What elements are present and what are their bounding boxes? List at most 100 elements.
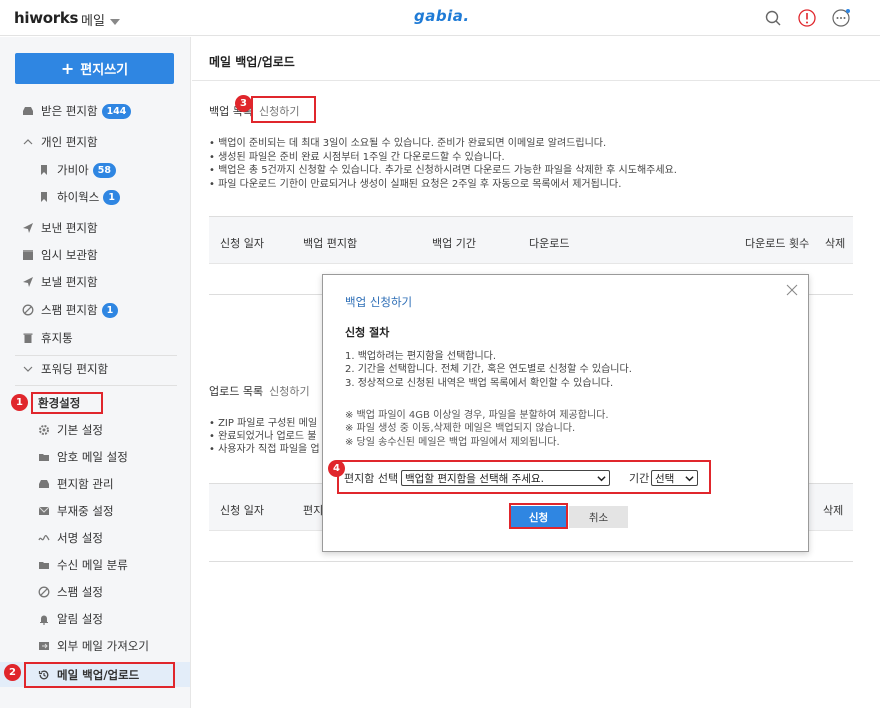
sidebar-item-settings[interactable]: 환경설정 bbox=[0, 391, 190, 415]
sidebar-item-label: 보낼 편지함 bbox=[41, 275, 98, 289]
annotation-marker-1: 1 bbox=[11, 394, 28, 411]
block-icon bbox=[22, 304, 34, 316]
cancel-button[interactable]: 취소 bbox=[569, 506, 628, 528]
sidebar-item-signature[interactable]: 서명 설정 bbox=[0, 526, 190, 550]
import-mail-icon bbox=[39, 642, 49, 650]
backup-notes: • 백업이 준비되는 데 최대 3일이 소요될 수 있습니다. 준비가 완료되면… bbox=[209, 137, 677, 191]
annotation-marker-3: 3 bbox=[235, 95, 252, 112]
sidebar-item-import-external[interactable]: 외부 메일 가져오기 bbox=[0, 634, 190, 658]
plus-icon: + bbox=[60, 58, 75, 78]
sidebar-item-spam[interactable]: 스팸 편지함 1 bbox=[0, 298, 190, 322]
column-header: 백업 기간 bbox=[432, 237, 476, 250]
upload-apply-link[interactable]: 신청하기 bbox=[269, 385, 309, 398]
sidebar-item-notifications[interactable]: 알림 설정 bbox=[0, 607, 190, 631]
mailbox-select-value: 백업할 편지함을 선택해 주세요. bbox=[405, 472, 544, 485]
column-header: 신청 일자 bbox=[220, 237, 264, 250]
search-icon[interactable] bbox=[763, 8, 783, 28]
sidebar-item-personal-folders[interactable]: 개인 편지함 bbox=[0, 130, 190, 154]
sidebar-item-label: 스팸 설정 bbox=[57, 585, 103, 599]
upload-list-label: 업로드 목록 bbox=[209, 385, 264, 398]
step-line: 2. 기간을 선택합니다. 전체 기간, 혹은 연도별로 신청할 수 있습니다. bbox=[345, 364, 632, 376]
hiworks-logo[interactable]: hiworks bbox=[14, 9, 78, 27]
sidebar-item-scheduled[interactable]: 보낼 편지함 bbox=[0, 270, 190, 294]
alert-icon[interactable] bbox=[797, 8, 817, 28]
send-icon bbox=[23, 223, 33, 233]
sidebar-item-gabia[interactable]: 가비아 58 bbox=[0, 158, 190, 182]
sidebar-item-label: 임시 보관함 bbox=[41, 248, 98, 262]
sidebar-item-label: 하이웍스 bbox=[57, 190, 100, 204]
sidebar-item-sent[interactable]: 보낸 편지함 bbox=[0, 216, 190, 240]
backup-apply-link[interactable]: 신청하기 bbox=[259, 105, 299, 118]
sidebar-item-mailbox-management[interactable]: 편지함 관리 bbox=[0, 472, 190, 496]
sidebar-item-label: 암호 메일 설정 bbox=[57, 450, 128, 464]
procedure-steps: 1. 백업하려는 편지함을 선택합니다. 2. 기간을 선택합니다. 전체 기간… bbox=[345, 350, 632, 390]
step-line: 1. 백업하려는 편지함을 선택합니다. bbox=[345, 351, 497, 362]
sidebar-item-forwarding[interactable]: 포워딩 편지함 bbox=[0, 357, 190, 381]
sidebar-item-label: 외부 메일 가져오기 bbox=[57, 639, 149, 653]
sidebar-item-label: 보낸 편지함 bbox=[41, 221, 98, 235]
warning-line: ※ 파일 생성 중 이동,삭제한 메일은 백업되지 않습니다. bbox=[345, 423, 576, 435]
note-line: • ZIP 파일로 구성된 메일 bbox=[209, 418, 318, 429]
sidebar-item-label: 부재중 설정 bbox=[57, 504, 114, 518]
sidebar-item-label: 개인 편지함 bbox=[41, 135, 98, 149]
sidebar-item-label: 받은 편지함 bbox=[41, 104, 98, 118]
sidebar-item-label: 메일 백업/업로드 bbox=[57, 667, 140, 682]
sidebar-item-backup-upload[interactable]: 메일 백업/업로드 bbox=[0, 662, 190, 687]
column-header: 다운로드 bbox=[529, 237, 570, 250]
chevron-down-icon bbox=[597, 475, 606, 481]
note-line: • 백업은 총 5건까지 신청할 수 있습니다. 추가로 신청하시려면 다운로드… bbox=[209, 165, 677, 176]
chevron-down-icon bbox=[23, 366, 33, 372]
warning-line: ※ 당일 송수신된 메일은 백업 파일에서 제외됩니다. bbox=[345, 436, 560, 448]
bookmark-icon bbox=[41, 192, 47, 202]
app-switcher-label: 메일 bbox=[81, 14, 105, 29]
annotation-marker-4: 4 bbox=[328, 460, 345, 477]
upload-section-header: 업로드 목록 신청하기 bbox=[209, 383, 310, 399]
sidebar-item-label: 알림 설정 bbox=[57, 612, 103, 626]
period-select[interactable]: 선택 bbox=[651, 470, 698, 486]
compose-label: 편지쓰기 bbox=[80, 63, 129, 78]
upload-notes: • ZIP 파일로 구성된 메일 • 완료되었거나 업로드 불 • 사용자가 직… bbox=[209, 417, 320, 456]
sidebar-item-trash[interactable]: 휴지통 bbox=[0, 326, 190, 350]
sidebar-item-label: 스팸 편지함 bbox=[41, 303, 98, 317]
sidebar-item-inbox[interactable]: 받은 편지함 144 bbox=[0, 99, 190, 123]
sidebar-item-hiworks[interactable]: 하이웍스 1 bbox=[0, 185, 190, 209]
sidebar-divider bbox=[15, 355, 177, 356]
inbox-icon bbox=[23, 107, 33, 115]
app-switcher[interactable]: 메일 bbox=[81, 10, 120, 29]
dialog-title: 백업 신청하기 bbox=[345, 295, 413, 309]
chevron-down-icon bbox=[685, 475, 694, 481]
note-line: • 사용자가 직접 파일을 업 bbox=[209, 444, 320, 455]
annotation-marker-2: 2 bbox=[4, 664, 21, 681]
backup-section-header: 백업 목록 신청하기 bbox=[209, 103, 299, 119]
column-header: 다운로드 횟수 bbox=[745, 237, 810, 250]
page-title: 메일 백업/업로드 bbox=[209, 55, 295, 69]
top-bar: hiworks 메일 gabia. bbox=[0, 0, 880, 36]
trash-icon bbox=[23, 333, 33, 343]
sidebar-item-mail-filter[interactable]: 수신 메일 분류 bbox=[0, 553, 190, 577]
period-select-value: 선택 bbox=[655, 472, 675, 485]
procedure-heading: 신청 절차 bbox=[345, 326, 390, 339]
bell-icon bbox=[40, 615, 48, 625]
backup-request-dialog: 백업 신청하기 신청 절차 1. 백업하려는 편지함을 선택합니다. 2. 기간… bbox=[322, 274, 809, 552]
away-icon bbox=[38, 506, 50, 515]
column-header: 편지 bbox=[303, 504, 324, 517]
more-icon[interactable] bbox=[831, 8, 851, 28]
history-icon bbox=[38, 670, 49, 679]
sidebar-item-label: 포워딩 편지함 bbox=[41, 362, 109, 376]
sidebar-item-away-settings[interactable]: 부재중 설정 bbox=[0, 499, 190, 523]
sidebar-item-basic-settings[interactable]: 기본 설정 bbox=[0, 418, 190, 442]
sidebar-item-encrypted-mail[interactable]: 암호 메일 설정 bbox=[0, 445, 190, 469]
unread-count-badge: 144 bbox=[101, 103, 132, 119]
title-divider bbox=[192, 80, 880, 81]
compose-button[interactable]: + 편지쓰기 bbox=[15, 53, 174, 84]
sidebar-item-drafts[interactable]: 임시 보관함 bbox=[0, 243, 190, 267]
note-line: • 완료되었거나 업로드 불 bbox=[209, 431, 317, 442]
sidebar-item-spam-settings[interactable]: 스팸 설정 bbox=[0, 580, 190, 604]
close-icon[interactable] bbox=[785, 283, 799, 297]
scheduled-send-icon bbox=[23, 277, 33, 287]
mailbox-select[interactable]: 백업할 편지함을 선택해 주세요. bbox=[401, 470, 610, 486]
column-header: 백업 편지함 bbox=[303, 237, 358, 250]
note-line: • 백업이 준비되는 데 최대 3일이 소요될 수 있습니다. 준비가 완료되면… bbox=[209, 138, 607, 149]
sidebar: + 편지쓰기 받은 편지함 144 개인 편지함 가비아 58 하이웍스 1 보… bbox=[0, 37, 191, 708]
submit-button[interactable]: 신청 bbox=[511, 506, 566, 528]
